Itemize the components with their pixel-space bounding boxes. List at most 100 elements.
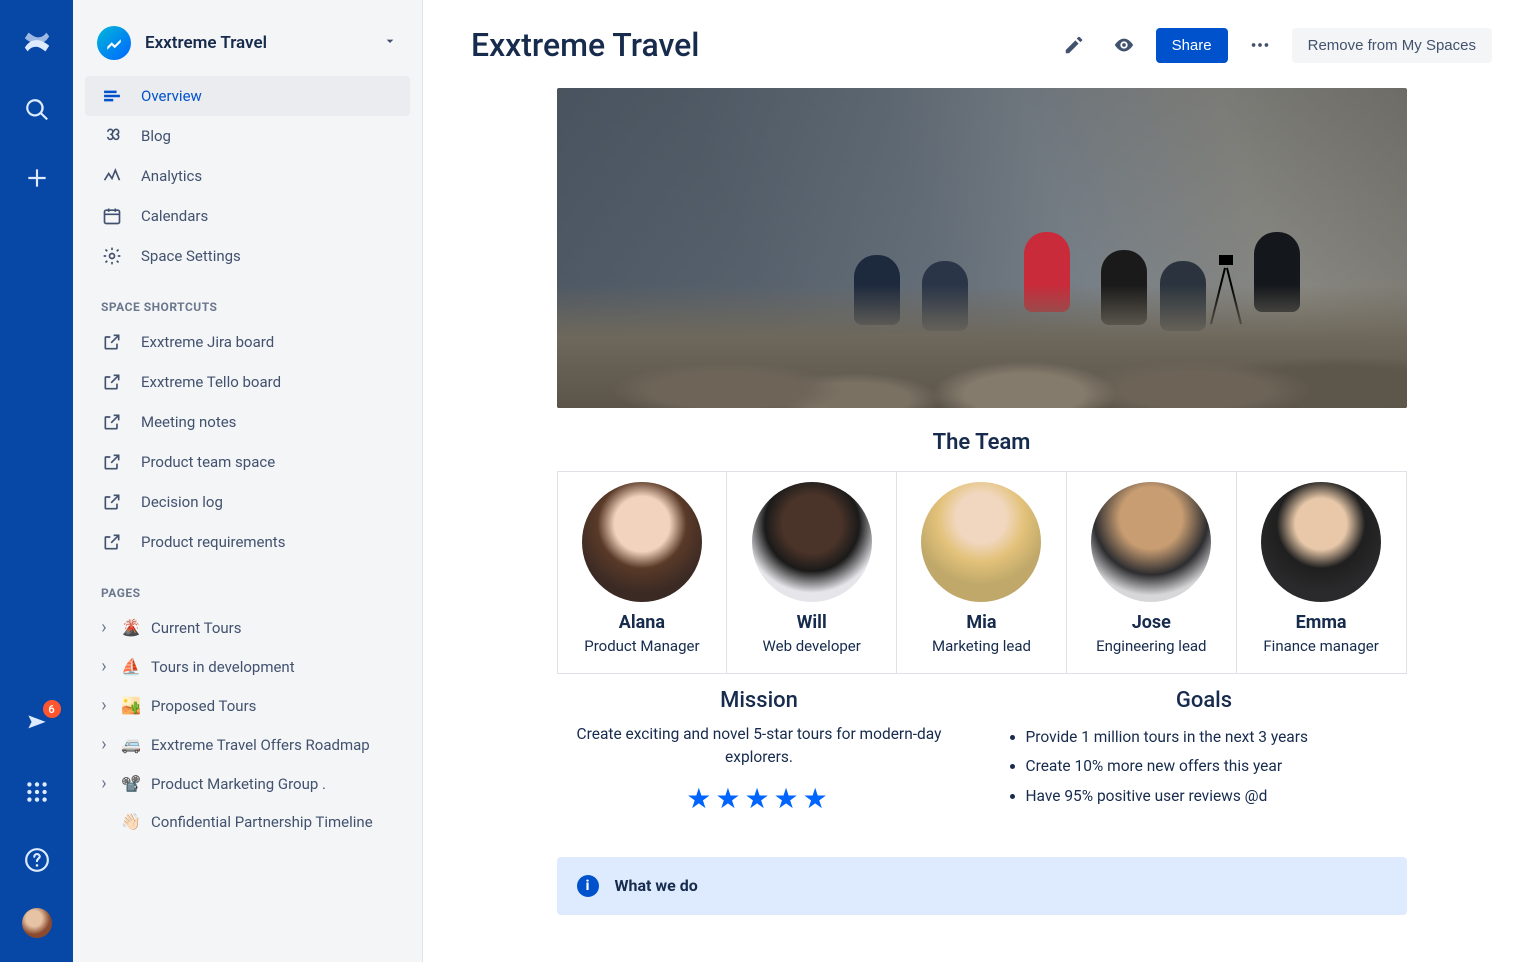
- chevron-right-icon[interactable]: ›: [97, 695, 111, 716]
- page-title: Exxtreme Travel: [471, 26, 1042, 64]
- shortcut-item[interactable]: Decision log: [85, 482, 410, 522]
- shortcut-label: Decision log: [141, 493, 223, 511]
- calendar-icon: [101, 206, 123, 226]
- share-button[interactable]: Share: [1156, 28, 1228, 63]
- tripod-icon: [1211, 255, 1241, 325]
- goals-heading: Goals: [1002, 688, 1407, 713]
- info-panel: i What we do: [557, 857, 1407, 915]
- page-tree-item[interactable]: › 🌋 Current Tours: [85, 608, 410, 647]
- page-emoji: 🌋: [121, 618, 141, 637]
- shortcuts-heading: SPACE SHORTCUTS: [73, 276, 422, 322]
- shortcuts-list: Exxtreme Jira board Exxtreme Tello board…: [73, 322, 422, 562]
- team-member-name: Emma: [1245, 612, 1398, 633]
- mission-heading: Mission: [557, 688, 962, 713]
- space-logo-icon: [97, 26, 131, 60]
- star-icons: ★★★★★: [557, 782, 962, 815]
- create-icon[interactable]: [17, 158, 57, 198]
- team-member-role: Finance manager: [1245, 637, 1398, 655]
- mission-block: Mission Create exciting and novel 5-star…: [557, 688, 962, 815]
- page-tree-item[interactable]: › 🚐 Exxtreme Travel Offers Roadmap: [85, 725, 410, 764]
- team-card: Mia Marketing lead: [897, 472, 1067, 673]
- chevron-right-icon[interactable]: ›: [97, 617, 111, 638]
- page-content: The Team Alana Product Manager Will Web …: [557, 88, 1407, 915]
- page-label: Confidential Partnership Timeline: [151, 813, 373, 831]
- chevron-right-icon[interactable]: ›: [97, 773, 111, 794]
- nav-label: Space Settings: [141, 247, 241, 265]
- chevron-right-icon[interactable]: ›: [97, 656, 111, 677]
- help-icon[interactable]: [17, 840, 57, 880]
- nav-analytics[interactable]: Analytics: [85, 156, 410, 196]
- team-grid: Alana Product Manager Will Web developer…: [557, 471, 1407, 674]
- team-member-role: Web developer: [735, 637, 888, 655]
- edit-icon[interactable]: [1056, 27, 1092, 63]
- nav-overview[interactable]: Overview: [85, 76, 410, 116]
- goal-item: Have 95% positive user reviews @d: [1026, 782, 1407, 811]
- team-member-name: Jose: [1075, 612, 1228, 633]
- shortcut-label: Exxtreme Tello board: [141, 373, 281, 391]
- external-link-icon: [101, 532, 123, 552]
- team-card: Jose Engineering lead: [1067, 472, 1237, 673]
- team-avatar: [1261, 482, 1381, 602]
- app-switcher-icon[interactable]: [17, 772, 57, 812]
- team-member-role: Engineering lead: [1075, 637, 1228, 655]
- shortcut-label: Product requirements: [141, 533, 285, 551]
- nav-blog[interactable]: Blog: [85, 116, 410, 156]
- page-label: Current Tours: [151, 619, 242, 637]
- team-avatar: [582, 482, 702, 602]
- nav-space-settings[interactable]: Space Settings: [85, 236, 410, 276]
- external-link-icon: [101, 492, 123, 512]
- space-nav: Overview Blog Analytics Calendars Space …: [73, 76, 422, 276]
- shortcut-item[interactable]: Product requirements: [85, 522, 410, 562]
- team-avatar: [1091, 482, 1211, 602]
- space-switcher[interactable]: Exxtreme Travel: [73, 18, 422, 76]
- info-icon: i: [577, 875, 599, 897]
- page-emoji: 📽️: [121, 774, 141, 793]
- shortcut-item[interactable]: Meeting notes: [85, 402, 410, 442]
- page-emoji: 🚐: [121, 735, 141, 754]
- shortcut-item[interactable]: Exxtreme Tello board: [85, 362, 410, 402]
- team-member-role: Product Manager: [566, 637, 719, 655]
- page-label: Proposed Tours: [151, 697, 256, 715]
- page-label: Product Marketing Group .: [151, 775, 326, 793]
- page-label: Exxtreme Travel Offers Roadmap: [151, 736, 370, 754]
- panel-title: What we do: [615, 876, 698, 895]
- mission-text: Create exciting and novel 5-star tours f…: [557, 723, 962, 770]
- notifications-icon[interactable]: 6: [17, 704, 57, 744]
- goal-item: Create 10% more new offers this year: [1026, 752, 1407, 781]
- team-card: Alana Product Manager: [558, 472, 728, 673]
- confluence-logo-icon[interactable]: [17, 22, 57, 62]
- goals-list: Provide 1 million tours in the next 3 ye…: [1002, 723, 1407, 811]
- nav-calendars[interactable]: Calendars: [85, 196, 410, 236]
- page-tree-item[interactable]: › 🏜️ Proposed Tours: [85, 686, 410, 725]
- nav-label: Calendars: [141, 207, 208, 225]
- nav-label: Analytics: [141, 167, 202, 185]
- page-label: Tours in development: [151, 658, 295, 676]
- nav-label: Overview: [141, 87, 202, 105]
- team-member-name: Mia: [905, 612, 1058, 633]
- team-avatar: [752, 482, 872, 602]
- more-actions-icon[interactable]: [1242, 27, 1278, 63]
- shortcut-label: Product team space: [141, 453, 275, 471]
- space-sidebar: Exxtreme Travel Overview Blog Analytics …: [73, 0, 423, 962]
- page-emoji: 👋🏻: [121, 812, 141, 831]
- page-tree-item[interactable]: › 📽️ Product Marketing Group .: [85, 764, 410, 803]
- chevron-down-icon: [382, 33, 398, 54]
- external-link-icon: [101, 372, 123, 392]
- notification-badge: 6: [43, 700, 61, 718]
- mission-goals-row: Mission Create exciting and novel 5-star…: [557, 688, 1407, 815]
- remove-from-spaces-button[interactable]: Remove from My Spaces: [1292, 28, 1492, 63]
- team-avatar: [921, 482, 1041, 602]
- page-tree-item[interactable]: 👋🏻 Confidential Partnership Timeline: [85, 803, 410, 840]
- profile-avatar[interactable]: [22, 908, 52, 938]
- global-nav-rail: 6: [0, 0, 73, 962]
- blog-icon: [101, 126, 123, 146]
- shortcut-item[interactable]: Exxtreme Jira board: [85, 322, 410, 362]
- page-main: Exxtreme Travel Share Remove from My Spa…: [423, 0, 1540, 962]
- page-tree-item[interactable]: › ⛵ Tours in development: [85, 647, 410, 686]
- shortcut-item[interactable]: Product team space: [85, 442, 410, 482]
- search-icon[interactable]: [17, 90, 57, 130]
- page-emoji: ⛵: [121, 657, 141, 676]
- watch-icon[interactable]: [1106, 27, 1142, 63]
- nav-label: Blog: [141, 127, 171, 145]
- chevron-right-icon[interactable]: ›: [97, 734, 111, 755]
